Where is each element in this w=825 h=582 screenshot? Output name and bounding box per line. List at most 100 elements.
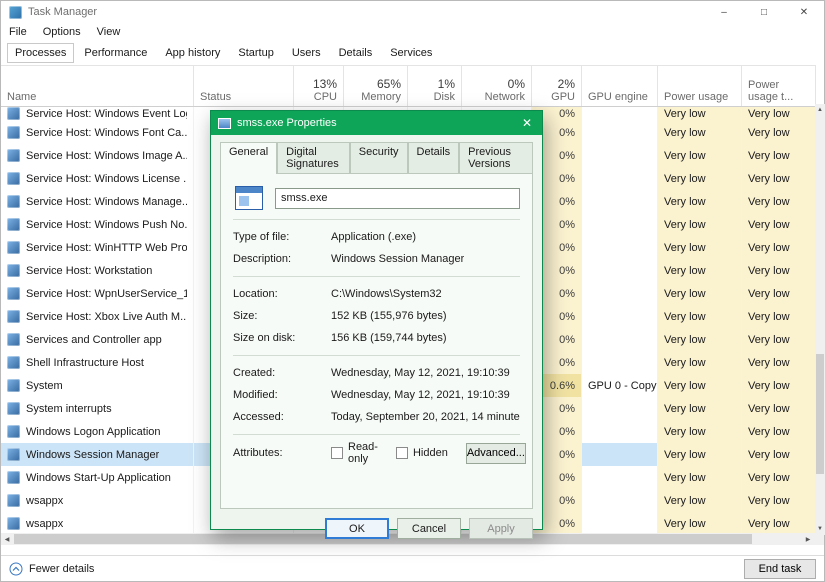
menu-file[interactable]: File bbox=[9, 26, 27, 38]
process-icon bbox=[7, 172, 20, 185]
tab-app-history[interactable]: App history bbox=[157, 43, 228, 63]
field-value: Today, September 20, 2021, 14 minutes ag… bbox=[331, 411, 520, 423]
process-icon bbox=[7, 333, 20, 346]
dialog-app-icon bbox=[218, 118, 231, 129]
process-name-cell: Service Host: Windows Event Log bbox=[1, 107, 194, 121]
process-name: System interrupts bbox=[26, 403, 112, 415]
power-usage-trend-cell: Very low bbox=[742, 167, 816, 190]
power-usage-trend-cell: Very low bbox=[742, 328, 816, 351]
field-label: Type of file: bbox=[233, 231, 331, 243]
process-name-cell: wsappx bbox=[1, 489, 194, 512]
field-label: Accessed: bbox=[233, 411, 331, 423]
dialog-tab-security[interactable]: Security bbox=[350, 142, 408, 173]
scroll-down-arrow-icon[interactable]: ▼ bbox=[815, 523, 825, 535]
power-usage-trend-cell: Very low bbox=[742, 351, 816, 374]
power-usage-cell: Very low bbox=[658, 259, 742, 282]
dialog-tab-previous-versions[interactable]: Previous Versions bbox=[459, 142, 533, 173]
process-icon bbox=[7, 494, 20, 507]
read-only-checkbox[interactable] bbox=[331, 447, 343, 459]
tab-processes[interactable]: Processes bbox=[7, 43, 74, 63]
power-usage-cell: Very low bbox=[658, 397, 742, 420]
power-usage-trend-cell: Very low bbox=[742, 259, 816, 282]
fewer-details-label: Fewer details bbox=[29, 563, 94, 575]
footer-bar: Fewer details End task bbox=[1, 555, 824, 581]
filename-input[interactable] bbox=[275, 188, 520, 209]
separator bbox=[233, 276, 520, 277]
gpu-engine-cell bbox=[582, 190, 658, 213]
column-header-status[interactable]: Status bbox=[194, 66, 294, 106]
column-header-cpu[interactable]: 13%CPU bbox=[294, 66, 344, 106]
tab-users[interactable]: Users bbox=[284, 43, 329, 63]
minimize-button[interactable]: – bbox=[704, 1, 744, 23]
process-name: Windows Start-Up Application bbox=[26, 472, 171, 484]
process-name-cell: Service Host: Xbox Live Auth M... bbox=[1, 305, 194, 328]
gpu-engine-cell bbox=[582, 121, 658, 144]
power-usage-trend-cell: Very low bbox=[742, 512, 816, 533]
process-name: Shell Infrastructure Host bbox=[26, 357, 144, 369]
process-name: Service Host: Windows Push No... bbox=[26, 219, 187, 231]
gpu-engine-cell bbox=[582, 420, 658, 443]
column-header-power-usage[interactable]: Power usage bbox=[658, 66, 742, 106]
process-icon bbox=[7, 149, 20, 162]
separator bbox=[233, 219, 520, 220]
cancel-button[interactable]: Cancel bbox=[397, 518, 461, 539]
column-header-power-usage-trend[interactable]: Power usage t... bbox=[742, 66, 816, 106]
attributes-label: Attributes: bbox=[233, 447, 331, 459]
tab-details[interactable]: Details bbox=[331, 43, 381, 63]
process-icon bbox=[7, 402, 20, 415]
scroll-right-arrow-icon[interactable]: ▶ bbox=[802, 533, 814, 545]
end-task-button[interactable]: End task bbox=[744, 559, 816, 579]
vertical-scrollbar-thumb[interactable] bbox=[816, 354, 824, 474]
tab-startup[interactable]: Startup bbox=[230, 43, 281, 63]
dialog-general-panel: Type of file:Application (.exe)Descripti… bbox=[220, 173, 533, 509]
task-manager-icon bbox=[9, 6, 22, 19]
menu-options[interactable]: Options bbox=[43, 26, 81, 38]
file-name-row bbox=[235, 186, 520, 210]
dialog-close-button[interactable]: ✕ bbox=[512, 111, 542, 135]
column-header-name[interactable]: Name bbox=[1, 66, 194, 106]
power-usage-trend-cell: Very low bbox=[742, 190, 816, 213]
dialog-tab-general[interactable]: General bbox=[220, 142, 277, 174]
close-button[interactable]: ✕ bbox=[784, 1, 824, 23]
power-usage-trend-cell: Very low bbox=[742, 213, 816, 236]
power-usage-cell: Very low bbox=[658, 167, 742, 190]
gpu-engine-cell bbox=[582, 282, 658, 305]
process-icon bbox=[7, 218, 20, 231]
maximize-button[interactable]: □ bbox=[744, 1, 784, 23]
column-header-memory[interactable]: 65%Memory bbox=[344, 66, 408, 106]
ok-button[interactable]: OK bbox=[325, 518, 389, 539]
column-header-gpu[interactable]: 2%GPU bbox=[532, 66, 582, 106]
gpu-engine-cell bbox=[582, 512, 658, 533]
column-header-disk[interactable]: 1%Disk bbox=[408, 66, 462, 106]
scroll-up-arrow-icon[interactable]: ▲ bbox=[815, 104, 825, 116]
apply-button[interactable]: Apply bbox=[469, 518, 533, 539]
field-label: Size: bbox=[233, 310, 331, 322]
column-header-network[interactable]: 0%Network bbox=[462, 66, 532, 106]
dialog-tab-bar: GeneralDigital SignaturesSecurityDetails… bbox=[211, 135, 542, 173]
advanced-button[interactable]: Advanced... bbox=[466, 443, 526, 464]
process-name: Windows Logon Application bbox=[26, 426, 161, 438]
process-name-cell: Service Host: WpnUserService_1... bbox=[1, 282, 194, 305]
power-usage-cell: Very low bbox=[658, 305, 742, 328]
read-only-label: Read-only bbox=[348, 441, 378, 465]
process-name: System bbox=[26, 380, 63, 392]
power-usage-trend-cell: Very low bbox=[742, 121, 816, 144]
dialog-field-row: Size on disk:156 KB (159,744 bytes) bbox=[233, 327, 520, 349]
scroll-left-arrow-icon[interactable]: ◀ bbox=[1, 533, 13, 545]
hidden-checkbox[interactable] bbox=[396, 447, 408, 459]
fewer-details-button[interactable]: Fewer details bbox=[9, 562, 94, 576]
dialog-tab-digital-signatures[interactable]: Digital Signatures bbox=[277, 142, 350, 173]
menu-view[interactable]: View bbox=[97, 26, 121, 38]
vertical-scrollbar[interactable]: ▲ ▼ bbox=[815, 104, 825, 535]
tab-performance[interactable]: Performance bbox=[76, 43, 155, 63]
tab-services[interactable]: Services bbox=[382, 43, 440, 63]
column-header-gpu-engine[interactable]: GPU engine bbox=[582, 66, 658, 106]
footer-spacer bbox=[1, 545, 824, 555]
read-only-checkbox-group[interactable]: Read-only bbox=[331, 441, 378, 465]
process-name-cell: wsappx bbox=[1, 512, 194, 533]
hidden-checkbox-group[interactable]: Hidden bbox=[396, 447, 448, 459]
process-name: Service Host: Workstation bbox=[26, 265, 152, 277]
dialog-tab-details[interactable]: Details bbox=[408, 142, 460, 173]
power-usage-cell: Very low bbox=[658, 374, 742, 397]
process-icon bbox=[7, 471, 20, 484]
